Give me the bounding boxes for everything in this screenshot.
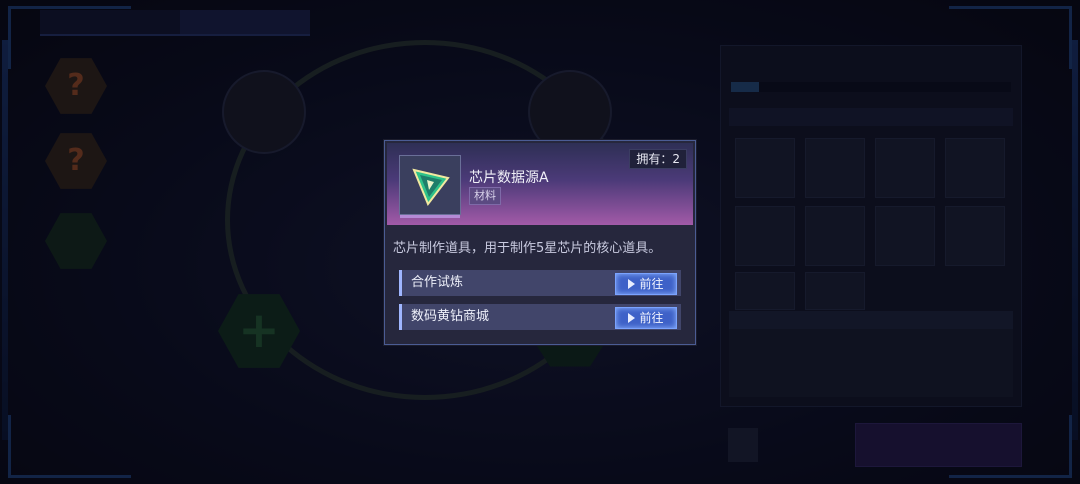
go-button-label: 前往 [639,277,664,291]
go-button[interactable]: 前往 [615,307,677,329]
owned-count: 拥有：2 [629,149,687,169]
route-label: 数码黄钻商城 [411,309,490,324]
play-icon [628,313,636,323]
play-icon [628,279,636,289]
route-label: 合作试炼 [411,275,464,290]
route-row-diamond-shop[interactable]: 数码黄钻商城 前往 [399,304,681,330]
go-button-label: 前往 [639,311,664,325]
triangle-chip-icon [399,155,461,218]
item-detail-popup: 拥有：2 芯片数据源A 材料 芯片制作道具，用于制作5星芯片的核心道具。 合作试… [384,140,696,345]
item-description: 芯片制作道具，用于制作5星芯片的核心道具。 [393,241,662,256]
route-row-coop-trial[interactable]: 合作试炼 前往 [399,270,681,296]
item-name: 芯片数据源A [469,170,549,186]
item-category-tag: 材料 [469,187,501,205]
item-header: 拥有：2 芯片数据源A 材料 [387,143,693,225]
go-button[interactable]: 前往 [615,273,677,295]
